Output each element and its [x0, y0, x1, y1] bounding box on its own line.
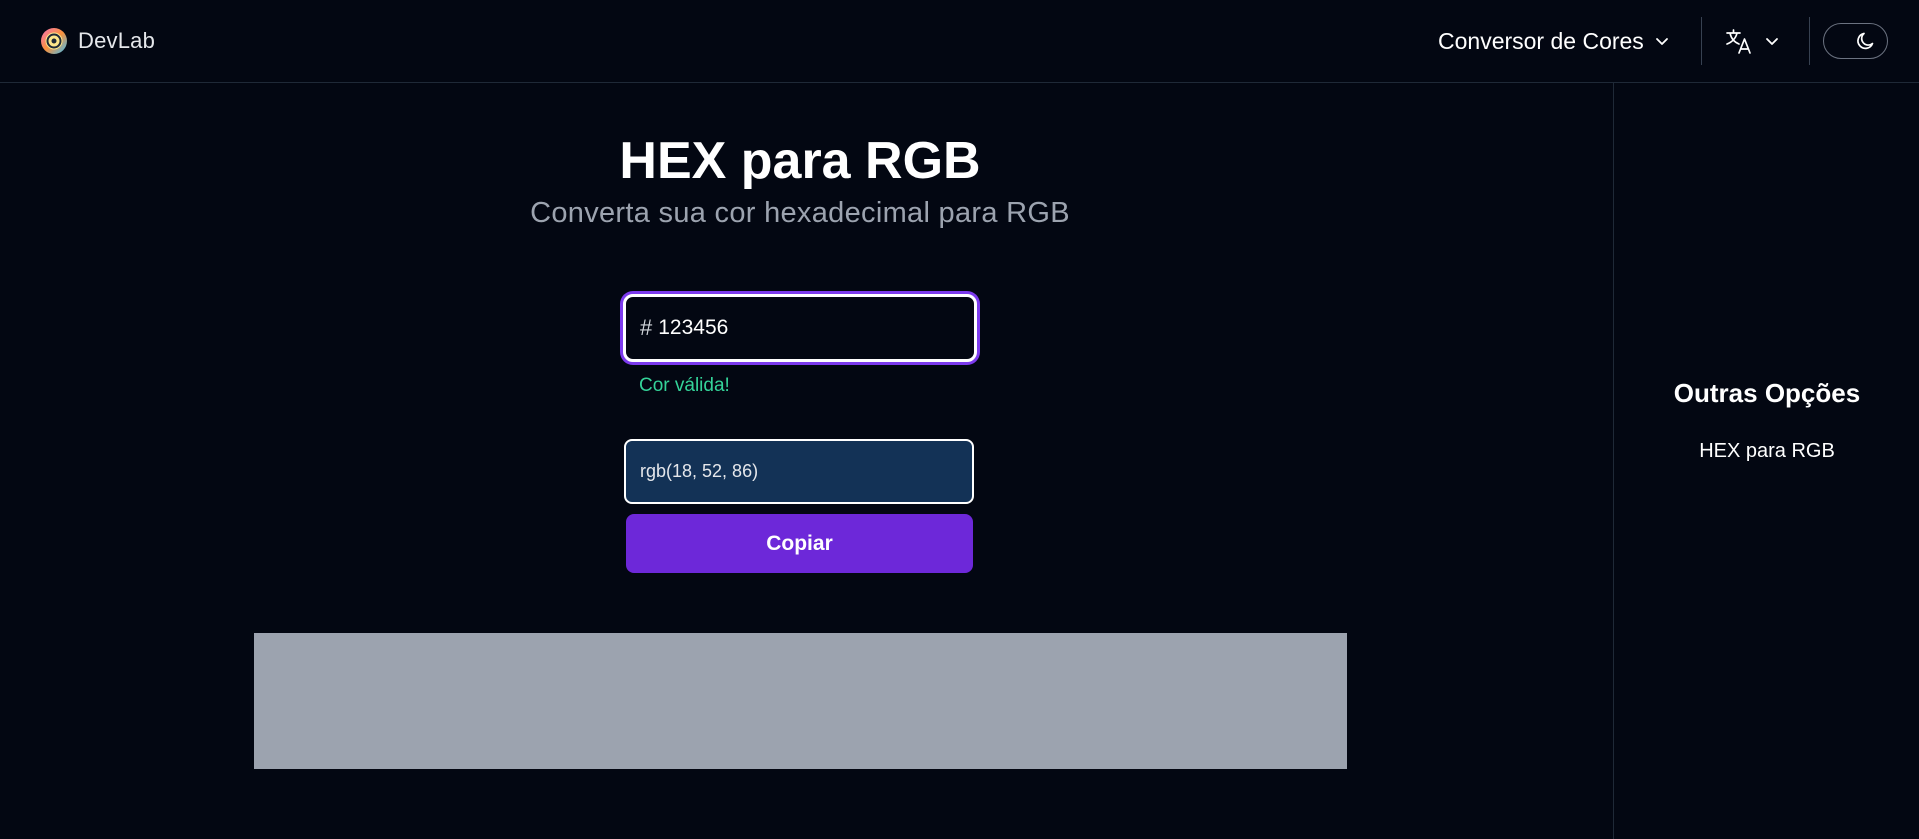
- brand-link[interactable]: DevLab: [40, 24, 155, 58]
- moon-icon: [1857, 32, 1874, 50]
- language-selector[interactable]: [1724, 22, 1780, 60]
- hex-input-field[interactable]: #: [623, 294, 977, 362]
- converter-main: HEX para RGB Converta sua cor hexadecima…: [0, 83, 1613, 839]
- page-title: HEX para RGB: [619, 132, 981, 190]
- sidebar-item-hex-rgb[interactable]: HEX para RGB: [1614, 440, 1919, 463]
- header-divider: [1701, 17, 1702, 65]
- hex-input[interactable]: [658, 316, 759, 340]
- validation-message: Cor válida!: [639, 375, 730, 396]
- rgb-output-field[interactable]: [624, 439, 974, 504]
- tool-menu-label: Conversor de Cores: [1438, 27, 1644, 54]
- top-header: DevLab Conversor de Cores: [0, 0, 1919, 83]
- sidebar: Outras Opções HEX para RGB: [1613, 83, 1919, 839]
- tool-menu-dropdown[interactable]: Conversor de Cores: [1438, 22, 1670, 60]
- chevron-down-icon: [1766, 38, 1778, 45]
- copy-button[interactable]: Copiar: [626, 514, 973, 573]
- page-subtitle: Converta sua cor hexadecimal para RGB: [530, 197, 1070, 229]
- sidebar-title: Outras Opções: [1673, 378, 1861, 408]
- devlab-logo-icon: [41, 28, 67, 54]
- translate-icon: [1726, 29, 1751, 54]
- ad-placeholder: [254, 633, 1347, 769]
- header-divider: [1809, 17, 1810, 65]
- brand-name: DevLab: [78, 28, 156, 53]
- chevron-down-icon: [1655, 38, 1668, 45]
- hash-prefix: #: [640, 315, 653, 340]
- theme-toggle[interactable]: [1823, 23, 1888, 59]
- rgb-output[interactable]: [640, 461, 960, 482]
